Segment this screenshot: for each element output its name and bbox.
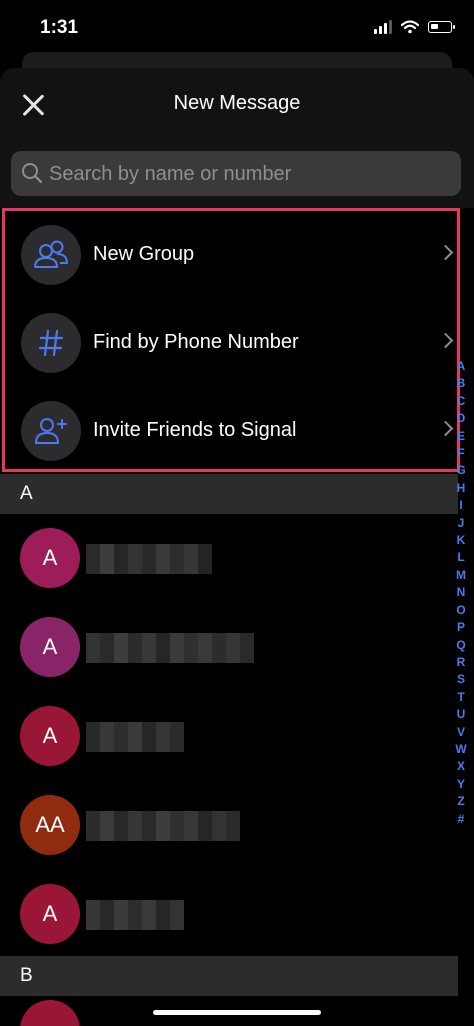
avatar: AA [20,795,80,855]
alphabet-index-letter[interactable]: T [457,689,464,706]
alphabet-index-letter[interactable]: X [457,758,465,775]
alphabet-index-letter[interactable]: Y [457,776,465,793]
contact-name-redacted [86,544,212,574]
search-input[interactable] [47,151,451,198]
status-time: 1:31 [40,17,79,38]
status-bar: 1:31 [0,0,474,60]
alphabet-index-letter[interactable]: J [458,515,465,532]
search-container [0,140,474,208]
invite-friends-row[interactable]: Invite Friends to Signal [5,387,457,475]
search-box[interactable] [11,151,461,198]
alphabet-index-letter[interactable]: V [457,724,465,741]
alphabet-index-letter[interactable]: M [456,567,466,584]
home-indicator[interactable] [153,1010,321,1015]
section-header-b: B [0,956,458,996]
alphabet-index-letter[interactable]: N [457,584,466,601]
contact-name-redacted [86,633,254,663]
alphabet-index-letter[interactable]: Q [456,637,465,654]
avatar [20,1000,80,1026]
section-header-a: A [0,474,458,514]
status-icons [374,20,455,34]
alphabet-index-letter[interactable]: R [457,654,466,671]
chevron-right-icon [437,332,454,349]
chevron-right-icon [437,420,454,437]
contact-name-redacted [86,900,184,930]
alphabet-index-letter[interactable]: B [457,375,466,392]
alphabet-index-letter[interactable]: W [455,741,466,758]
alphabet-index-letter[interactable]: H [457,480,466,497]
contact-row[interactable]: A [0,870,458,959]
alphabet-index-letter[interactable]: Z [457,793,464,810]
alphabet-index-letter[interactable]: A [457,358,466,375]
section-letter: A [20,483,33,504]
contact-row[interactable]: A [0,603,458,692]
new-group-row[interactable]: New Group [5,211,457,299]
contact-row[interactable]: A [0,514,458,603]
alphabet-index-letter[interactable]: E [457,428,465,445]
avatar-initials: A [42,901,58,926]
alphabet-index-letter[interactable]: O [456,602,465,619]
section-letter: B [20,965,33,986]
alphabet-index-letter[interactable]: P [457,619,465,636]
contact-row[interactable]: AA [0,781,458,870]
cellular-signal-icon [374,20,392,34]
battery-icon [428,21,455,33]
avatar: A [20,706,80,766]
find-by-phone-label: Find by Phone Number [93,331,299,353]
avatar: A [20,884,80,944]
actions-highlight-box: New Group Find by Phone Number Invite Fr… [2,208,460,472]
avatar-initials: A [42,545,58,570]
avatar: A [20,617,80,677]
alphabet-index-letter[interactable]: # [458,811,465,828]
new-group-label: New Group [93,243,195,265]
avatar-initials: AA [35,812,65,837]
group-icon [21,225,81,285]
find-by-phone-row[interactable]: Find by Phone Number [5,299,457,387]
chevron-right-icon [437,244,454,261]
alphabet-index[interactable]: A B C D E F G H I J K L M N O P Q R S T U V W X Y Z # [453,358,469,828]
invite-friends-label: Invite Friends to Signal [93,419,297,441]
contact-name-redacted [86,722,184,752]
contact-row[interactable]: A [0,692,458,781]
add-person-icon [21,401,81,461]
search-icon [22,163,43,184]
avatar-initials: A [42,723,58,748]
alphabet-index-letter[interactable]: I [459,497,462,514]
alphabet-index-letter[interactable]: S [457,671,465,688]
alphabet-index-letter[interactable]: U [457,706,466,723]
avatar: A [20,528,80,588]
avatar-initials: A [42,634,58,659]
alphabet-index-letter[interactable]: K [457,532,466,549]
navigation-header: New Message [0,68,474,140]
alphabet-index-letter[interactable]: D [457,410,466,427]
alphabet-index-letter[interactable]: G [456,462,465,479]
alphabet-index-letter[interactable]: L [457,549,464,566]
alphabet-index-letter[interactable]: F [457,445,464,462]
wifi-icon [401,20,419,34]
page-title: New Message [173,92,301,114]
contact-name-redacted [86,811,240,841]
hash-icon [21,313,81,373]
alphabet-index-letter[interactable]: C [457,393,466,410]
